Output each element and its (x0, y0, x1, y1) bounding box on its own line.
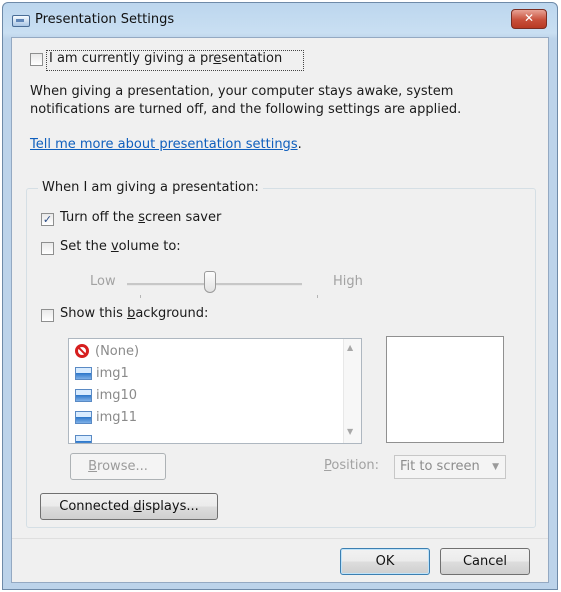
giving-presentation-label[interactable]: I am currently giving a presentation (49, 51, 282, 66)
close-button[interactable]: ✕ (511, 9, 547, 29)
browse-button[interactable]: Browse... (70, 453, 166, 480)
giving-presentation-checkbox[interactable] (30, 53, 43, 66)
volume-high-label: High (333, 274, 363, 289)
scroll-up-icon[interactable]: ▲ (347, 343, 353, 352)
slider-tick (140, 295, 141, 298)
image-icon (75, 388, 92, 402)
screen-saver-checkbox[interactable]: ✓ (41, 213, 54, 226)
list-item[interactable]: (None) (75, 341, 139, 361)
connected-displays-button[interactable]: Connected displays... (40, 493, 218, 520)
background-checkbox[interactable] (41, 309, 54, 322)
presentation-description: When giving a presentation, your compute… (30, 84, 462, 117)
background-label[interactable]: Show this background: (60, 306, 208, 321)
volume-low-label: Low (90, 274, 116, 289)
volume-checkbox[interactable] (41, 242, 54, 255)
chevron-down-icon: ▼ (492, 462, 499, 472)
volume-label[interactable]: Set the volume to: (60, 239, 181, 254)
group-title: When I am giving a presentation: (38, 180, 263, 195)
dialog-body: I am currently giving a presentation Whe… (11, 37, 549, 583)
volume-slider-thumb[interactable] (204, 271, 216, 293)
title-bar[interactable]: Presentation Settings ✕ (3, 3, 557, 37)
screen-saver-label[interactable]: Turn off the screen saver (60, 210, 221, 225)
position-select[interactable]: Fit to screen ▼ (394, 455, 506, 479)
image-icon (75, 366, 92, 380)
list-scrollbar[interactable]: ▲ ▼ (343, 339, 361, 443)
image-icon (75, 434, 92, 443)
footer-divider (12, 538, 548, 539)
no-entry-icon (75, 344, 89, 358)
list-item[interactable]: img1 (75, 363, 129, 383)
ok-button[interactable]: OK (340, 548, 430, 575)
scroll-down-icon[interactable]: ▼ (347, 427, 353, 436)
cancel-button[interactable]: Cancel (440, 548, 530, 575)
list-item-partial[interactable] (75, 431, 96, 443)
presentation-settings-link[interactable]: Tell me more about presentation settings (30, 137, 298, 152)
list-item[interactable]: img11 (75, 407, 137, 427)
presentation-settings-window: Presentation Settings ✕ I am currently g… (2, 2, 558, 590)
background-list[interactable]: (None) img1 img10 img11 ▲ ▼ (68, 338, 362, 444)
background-preview (386, 336, 504, 443)
more-info-text: Tell me more about presentation settings… (30, 137, 302, 152)
list-item[interactable]: img10 (75, 385, 137, 405)
image-icon (75, 410, 92, 424)
slider-tick (317, 295, 318, 298)
window-title: Presentation Settings (35, 12, 175, 27)
presentation-icon (12, 15, 30, 27)
position-label: Position: (324, 458, 380, 473)
